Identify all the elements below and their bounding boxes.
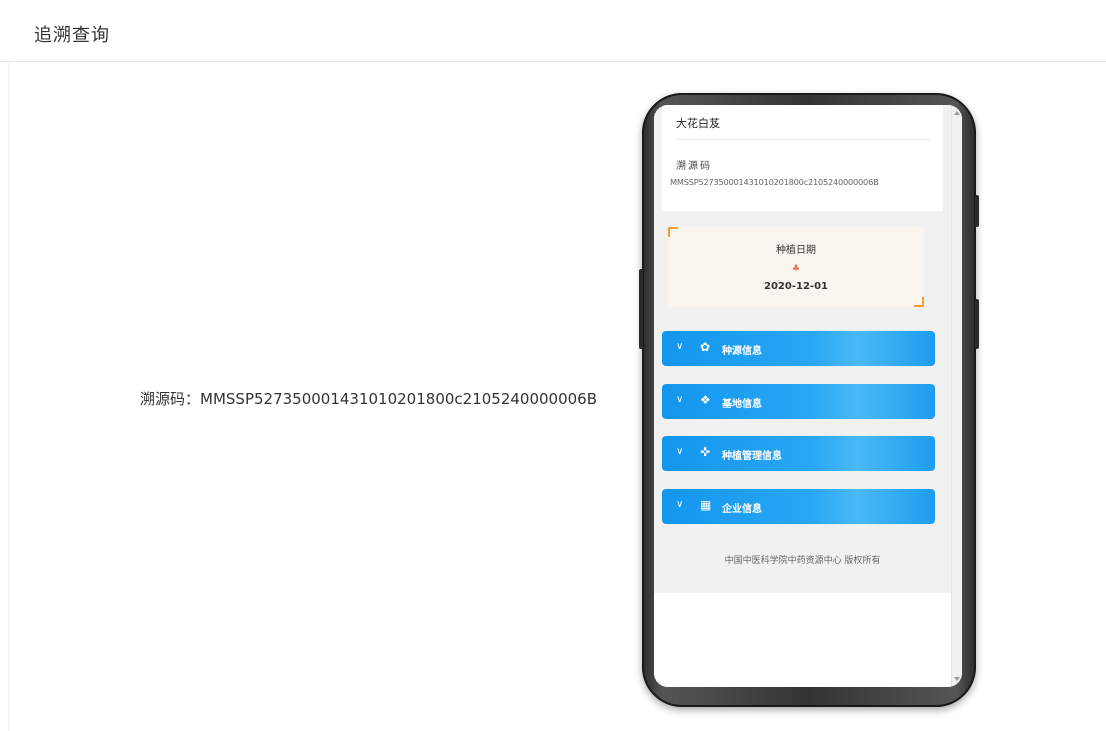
phone-preview: 大花白芨 溯源码 MMSSP527350001431010201800c2105… bbox=[639, 93, 979, 707]
base-icon: ❖ bbox=[700, 393, 711, 407]
phone-right-button bbox=[975, 299, 979, 349]
page-header: 追溯查询 bbox=[0, 0, 1106, 62]
product-card: 大花白芨 溯源码 MMSSP527350001431010201800c2105… bbox=[662, 105, 943, 211]
cultivation-icon: ✜ bbox=[700, 445, 711, 459]
trace-code-value: MMSSP527350001431010201800c2105240000006… bbox=[200, 390, 598, 408]
trace-app: 大花白芨 溯源码 MMSSP527350001431010201800c2105… bbox=[654, 105, 951, 687]
phone-volume-button bbox=[639, 269, 643, 349]
corner-decoration-tl bbox=[668, 227, 678, 237]
trace-code-line: 溯源码：MMSSP527350001431010201800c210524000… bbox=[140, 388, 597, 409]
corner-decoration-br bbox=[914, 297, 924, 307]
page-title: 追溯查询 bbox=[34, 25, 110, 46]
phone-screen: 大花白芨 溯源码 MMSSP527350001431010201800c2105… bbox=[654, 105, 962, 687]
phone-scrollbar[interactable] bbox=[951, 105, 962, 687]
code-value: MMSSP527350001431010201800c2105240000006… bbox=[670, 177, 879, 187]
app-content: 大花白芨 溯源码 MMSSP527350001431010201800c2105… bbox=[654, 105, 951, 537]
enterprise-icon: ▦ bbox=[700, 498, 712, 512]
left-divider bbox=[8, 62, 9, 731]
chevron-down-icon: ∨ bbox=[676, 341, 684, 352]
chevron-down-icon: ∨ bbox=[676, 499, 684, 510]
planting-date-label: 种植日期 bbox=[776, 245, 816, 256]
section-enterprise-info[interactable]: ∨ ▦ 企业信息 bbox=[662, 489, 935, 524]
seed-icon: ✿ bbox=[700, 340, 711, 354]
code-label: 溯源码 bbox=[676, 161, 712, 172]
scroll-up-icon[interactable] bbox=[954, 111, 960, 115]
section-base-info[interactable]: ∨ ❖ 基地信息 bbox=[662, 384, 935, 419]
section-cultivation-info[interactable]: ∨ ✜ 种植管理信息 bbox=[662, 436, 935, 471]
section-label: 种植管理信息 bbox=[722, 451, 782, 462]
copyright-text: 中国中医科学院中药资源中心 版权所有 bbox=[724, 556, 881, 566]
planting-date-value: 2020-12-01 bbox=[764, 281, 828, 292]
scroll-down-icon[interactable] bbox=[954, 677, 960, 681]
sprout-icon: ♣ bbox=[792, 264, 801, 274]
phone-side-button bbox=[975, 195, 979, 227]
product-name: 大花白芨 bbox=[676, 117, 720, 130]
trace-code-label: 溯源码： bbox=[140, 390, 201, 408]
section-label: 企业信息 bbox=[722, 504, 762, 515]
section-seed-info[interactable]: ∨ ✿ 种源信息 bbox=[662, 331, 935, 366]
section-label: 基地信息 bbox=[722, 399, 762, 410]
planting-date-box: 种植日期 ♣ 2020-12-01 bbox=[668, 227, 924, 307]
section-label: 种源信息 bbox=[722, 346, 762, 357]
card-divider bbox=[676, 139, 930, 140]
chevron-down-icon: ∨ bbox=[676, 394, 684, 405]
app-footer: 中国中医科学院中药资源中心 版权所有 bbox=[654, 537, 951, 593]
chevron-down-icon: ∨ bbox=[676, 446, 684, 457]
